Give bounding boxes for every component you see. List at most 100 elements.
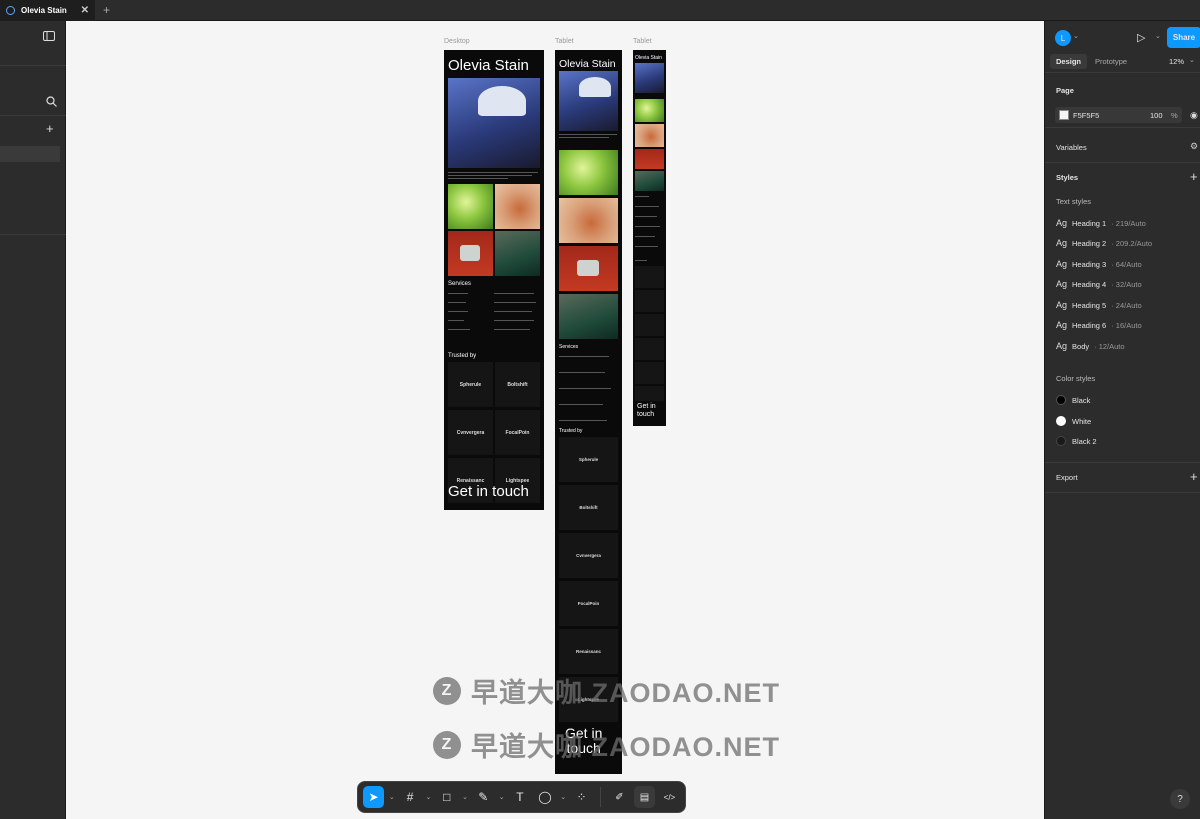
- logo-name: Boltshift: [507, 381, 528, 388]
- tab-design[interactable]: Design: [1050, 54, 1088, 69]
- text-style-name: Heading 3: [1072, 259, 1107, 269]
- logo-tile: Cvnvergera: [559, 533, 618, 578]
- new-tab-button[interactable]: +: [103, 3, 110, 17]
- page-color-swatch[interactable]: [1059, 110, 1069, 120]
- text-style-icon: Ag: [1056, 218, 1068, 228]
- logo-tile: FocalPoin: [495, 410, 540, 455]
- service-line: [448, 293, 468, 294]
- variables-heading[interactable]: Variables: [1056, 143, 1087, 152]
- chevron-down-icon[interactable]: ⌄: [425, 793, 433, 801]
- text-style-item[interactable]: Ag Heading 5 · 24/Auto: [1056, 300, 1142, 310]
- touch-text: touch: [637, 411, 655, 418]
- watermark: Z 早道大咖 ZAODAO.NET: [433, 725, 780, 764]
- desktop-get-in-touch: Get in touch: [448, 483, 529, 500]
- service-line: [494, 293, 534, 294]
- tablet-services-heading: Services: [559, 344, 579, 350]
- text-style-name: Heading 1: [1072, 218, 1107, 228]
- dev-mode-inspect-button[interactable]: ▤: [633, 786, 655, 808]
- watermark-logo-icon: Z: [433, 676, 461, 705]
- color-style-item[interactable]: White: [1056, 416, 1091, 426]
- text-style-item[interactable]: Ag Heading 6 · 16/Auto: [1056, 320, 1142, 330]
- help-button[interactable]: ?: [1170, 789, 1190, 809]
- text-tool-button[interactable]: T: [509, 786, 530, 808]
- chevron-down-icon[interactable]: ⌄: [559, 793, 567, 801]
- add-export-icon[interactable]: +: [1190, 469, 1198, 484]
- text-style-name: Heading 2: [1072, 238, 1107, 248]
- mobile-frame-label[interactable]: Tablet: [633, 38, 652, 45]
- share-button[interactable]: Share: [1167, 27, 1200, 48]
- desktop-trusted-heading: Trusted by: [448, 353, 477, 359]
- service-line: [559, 372, 605, 373]
- export-section: Export +: [1045, 463, 1200, 493]
- mobile-get-in-touch: Get in touch: [637, 403, 656, 419]
- mobile-frame[interactable]: Olevia Stain Get in touch: [633, 50, 666, 426]
- styles-heading: Styles: [1056, 173, 1079, 182]
- present-play-icon[interactable]: ▷: [1137, 31, 1145, 44]
- tab-prototype[interactable]: Prototype: [1095, 57, 1127, 66]
- text-style-item[interactable]: Ag Heading 2 · 209.2/Auto: [1056, 238, 1152, 248]
- text-styles-heading: Text styles: [1056, 197, 1092, 206]
- search-icon[interactable]: [46, 96, 57, 107]
- chevron-down-icon[interactable]: ⌄: [498, 793, 506, 801]
- logo-tile: [635, 290, 664, 312]
- text-style-icon: Ag: [1056, 341, 1068, 351]
- shape-tool-button[interactable]: □: [436, 786, 457, 808]
- clay-sculpture-photo: [635, 124, 664, 147]
- logo-tile: [635, 338, 664, 360]
- page-opacity-value[interactable]: 100: [1150, 111, 1163, 120]
- service-line: [635, 196, 649, 197]
- dev-mode-draw-button[interactable]: ✐: [609, 786, 630, 808]
- dev-mode-code-button[interactable]: </>: [659, 786, 680, 808]
- service-line: [494, 329, 530, 330]
- export-heading[interactable]: Export: [1056, 473, 1078, 482]
- toggle-sidebar-icon[interactable]: [43, 31, 55, 41]
- green-abstract-photo: [635, 99, 664, 122]
- color-style-item[interactable]: Black 2: [1056, 436, 1097, 446]
- color-styles-heading: Color styles: [1056, 374, 1096, 383]
- variables-section: Variables ⚙: [1045, 128, 1200, 163]
- file-tab-title: Olevia Stain: [21, 5, 67, 15]
- chevron-down-icon[interactable]: ⌄: [1073, 32, 1079, 40]
- chevron-down-icon[interactable]: ⌄: [388, 793, 396, 801]
- tablet-frame-label[interactable]: Tablet: [555, 38, 574, 45]
- chevron-down-icon[interactable]: ⌄: [1189, 56, 1195, 64]
- chevron-down-icon[interactable]: ⌄: [1155, 32, 1161, 40]
- color-swatch: [1056, 416, 1066, 426]
- pen-tool-button[interactable]: ✎: [473, 786, 494, 808]
- design-canvas[interactable]: Desktop Tablet Tablet Olevia Stain Servi…: [66, 21, 1044, 819]
- eye-icon[interactable]: ◉: [1190, 110, 1198, 121]
- text-style-item[interactable]: Ag Body · 12/Auto: [1056, 341, 1125, 351]
- text-style-item[interactable]: Ag Heading 3 · 64/Auto: [1056, 259, 1142, 269]
- variables-settings-icon[interactable]: ⚙: [1190, 141, 1198, 152]
- text-style-item[interactable]: Ag Heading 4 · 32/Auto: [1056, 279, 1142, 289]
- tablet-frame[interactable]: Olevia Stain Services Trusted by Spherul…: [555, 50, 622, 774]
- desktop-frame-label[interactable]: Desktop: [444, 38, 470, 45]
- chevron-down-icon[interactable]: ⌄: [461, 793, 469, 801]
- move-tool-button[interactable]: ➤: [363, 786, 384, 808]
- comment-tool-button[interactable]: ◯: [534, 786, 555, 808]
- close-tab-icon[interactable]: ✕: [81, 5, 89, 16]
- desktop-frame[interactable]: Olevia Stain Services Trusted by Spherul…: [444, 50, 544, 510]
- file-tab[interactable]: Olevia Stain ✕: [0, 0, 95, 21]
- text-style-item[interactable]: Ag Heading 1 · 219/Auto: [1056, 218, 1146, 228]
- clay-sculpture-photo: [495, 184, 540, 229]
- add-style-icon[interactable]: +: [1190, 169, 1198, 184]
- page-color-value[interactable]: F5F5F5: [1073, 111, 1099, 120]
- add-page-icon[interactable]: +: [46, 121, 54, 136]
- text-style-meta: · 24/Auto: [1111, 300, 1142, 310]
- search-row: [0, 87, 66, 116]
- actions-button[interactable]: ⁘: [571, 786, 592, 808]
- text-style-icon: Ag: [1056, 259, 1068, 269]
- page-fill-field[interactable]: F5F5F5 100 %: [1055, 107, 1182, 123]
- frame-tool-button[interactable]: #: [400, 786, 421, 808]
- service-line: [559, 404, 603, 405]
- color-style-item[interactable]: Black: [1056, 395, 1090, 405]
- text-style-icon: Ag: [1056, 320, 1068, 330]
- logo-tile: [635, 362, 664, 384]
- service-line: [494, 311, 532, 312]
- zoom-level[interactable]: 12%: [1169, 57, 1184, 66]
- avatar[interactable]: L: [1055, 30, 1071, 46]
- service-line: [635, 246, 658, 247]
- selected-page-row[interactable]: [0, 146, 60, 162]
- green-abstract-photo: [559, 150, 618, 195]
